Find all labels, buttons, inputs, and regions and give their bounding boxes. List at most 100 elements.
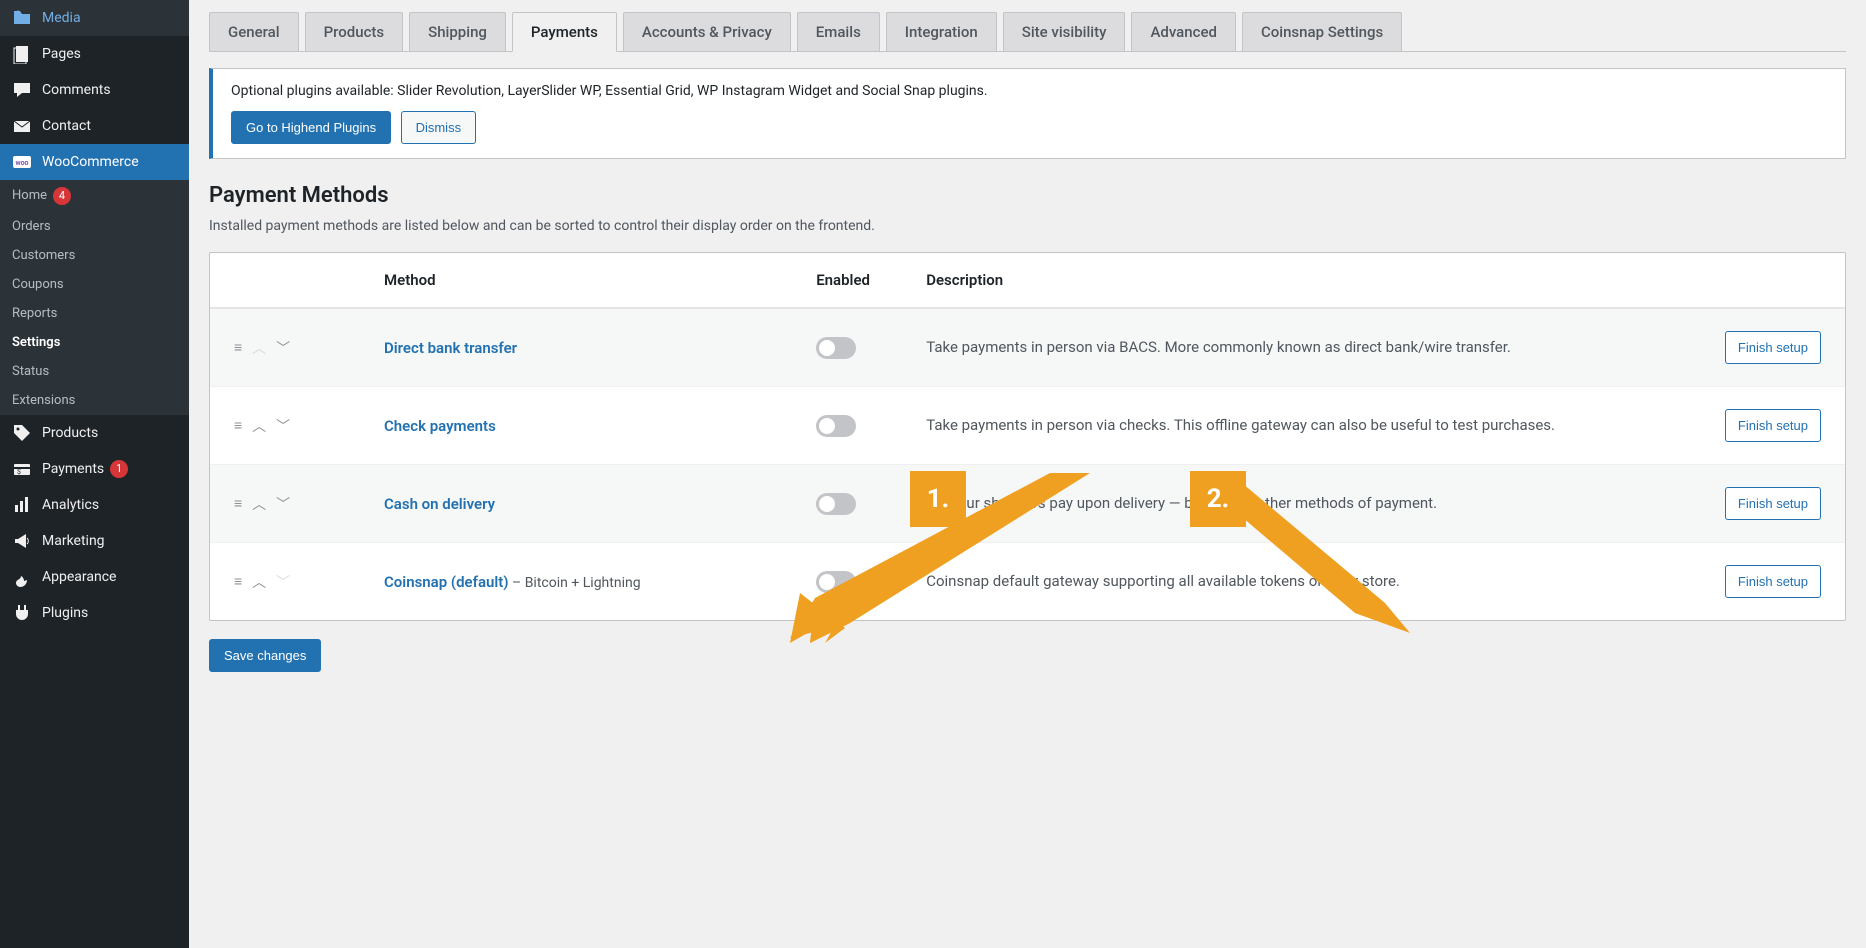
subitem-label: Settings	[12, 335, 60, 350]
sidebar-label: Plugins	[42, 605, 88, 621]
method-description: Take payments in person via checks. This…	[926, 414, 1661, 437]
method-name-link[interactable]: Coinsnap (default)	[384, 573, 509, 591]
payment-method-row: ≡ ︿ ﹀ Check payments Take payments in person…	[210, 386, 1845, 464]
admin-sidebar: Media PagesComments Contact woo WooCommerc…	[0, 0, 189, 948]
move-up-icon[interactable]: ︿	[252, 416, 266, 436]
move-up-icon[interactable]: ︿	[252, 572, 266, 592]
notice-text: Optional plugins available: Slider Revol…	[231, 83, 1827, 99]
method-description: Take payments in person via BACS. More c…	[926, 336, 1661, 359]
count-badge: 4	[53, 187, 71, 205]
save-changes-button[interactable]: Save changes	[209, 639, 321, 672]
payments-icon: $	[12, 459, 32, 479]
move-down-icon[interactable]: ﹀	[276, 416, 290, 436]
drag-handle-icon[interactable]: ≡	[234, 417, 242, 434]
col-method: Method	[384, 271, 816, 289]
sidebar-subitem-extensions[interactable]: Extensions	[0, 386, 189, 415]
sidebar-subitem-home[interactable]: Home 4	[0, 180, 189, 212]
tab-general[interactable]: General	[209, 12, 299, 51]
annotation-box-2: 2.	[1190, 471, 1246, 527]
plugins-notice: Optional plugins available: Slider Revol…	[209, 68, 1846, 159]
go-to-plugins-button[interactable]: Go to Highend Plugins	[231, 111, 391, 144]
move-up-icon[interactable]: ︿	[252, 494, 266, 514]
sidebar-item-marketing[interactable]: Marketing	[0, 523, 189, 559]
table-header: Method Enabled Description	[210, 253, 1845, 309]
mail-icon	[12, 116, 32, 136]
sidebar-label: Appearance	[42, 569, 116, 585]
tab-site-visibility[interactable]: Site visibility	[1003, 12, 1126, 51]
main-content: GeneralProductsShippingPaymentsAccounts …	[189, 0, 1866, 948]
analytics-icon	[12, 495, 32, 515]
sidebar-subitem-reports[interactable]: Reports	[0, 299, 189, 328]
settings-tabs: GeneralProductsShippingPaymentsAccounts …	[209, 12, 1846, 52]
move-down-icon[interactable]: ﹀	[276, 494, 290, 514]
svg-text:woo: woo	[15, 159, 28, 167]
sidebar-item-media[interactable]: Media	[0, 0, 189, 36]
finish-setup-button[interactable]: Finish setup	[1725, 409, 1821, 442]
subitem-label: Customers	[12, 248, 75, 263]
payment-methods-table: Method Enabled Description ≡ ︿ ﹀ Direct ban…	[209, 252, 1846, 621]
sidebar-item-woocommerce[interactable]: woo WooCommerce	[0, 144, 189, 180]
move-up-icon[interactable]: ︿	[252, 338, 266, 358]
sidebar-subitem-coupons[interactable]: Coupons	[0, 270, 189, 299]
sidebar-item-comments[interactable]: Comments	[0, 72, 189, 108]
tab-shipping[interactable]: Shipping	[409, 12, 506, 51]
method-name-link[interactable]: Check payments	[384, 417, 496, 435]
sidebar-subitem-status[interactable]: Status	[0, 357, 189, 386]
sidebar-item-contact[interactable]: Contact	[0, 108, 189, 144]
col-description: Description	[926, 271, 1661, 289]
tab-accounts-privacy[interactable]: Accounts & Privacy	[623, 12, 791, 51]
tab-advanced[interactable]: Advanced	[1131, 12, 1235, 51]
move-down-icon[interactable]: ﹀	[276, 338, 290, 358]
section-description: Installed payment methods are listed bel…	[209, 218, 1846, 234]
sidebar-label: Analytics	[42, 497, 99, 513]
tab-integration[interactable]: Integration	[886, 12, 997, 51]
drag-handle-icon[interactable]: ≡	[234, 495, 242, 512]
sidebar-item-appearance[interactable]: Appearance	[0, 559, 189, 595]
sidebar-item-analytics[interactable]: Analytics	[0, 487, 189, 523]
subitem-label: Reports	[12, 306, 57, 321]
media-icon	[12, 8, 32, 28]
pages-icon	[12, 44, 32, 64]
method-name-link[interactable]: Direct bank transfer	[384, 339, 517, 357]
appearance-icon	[12, 567, 32, 587]
finish-setup-button[interactable]: Finish setup	[1725, 565, 1821, 598]
tab-coinsnap-settings[interactable]: Coinsnap Settings	[1242, 12, 1402, 51]
sidebar-subitem-settings[interactable]: Settings	[0, 328, 189, 357]
count-badge: 1	[110, 460, 128, 478]
enabled-toggle[interactable]	[816, 337, 856, 359]
subitem-label: Home	[12, 188, 47, 203]
sidebar-item-products[interactable]: Products	[0, 415, 189, 451]
tab-payments[interactable]: Payments	[512, 12, 617, 52]
sidebar-label: Payments	[42, 461, 104, 477]
enabled-toggle[interactable]	[816, 415, 856, 437]
sidebar-subitem-orders[interactable]: Orders	[0, 212, 189, 241]
marketing-icon	[12, 531, 32, 551]
dismiss-button[interactable]: Dismiss	[401, 111, 477, 144]
products-icon	[12, 423, 32, 443]
tab-products[interactable]: Products	[305, 12, 404, 51]
svg-text:$: $	[17, 468, 21, 476]
sidebar-item-plugins[interactable]: Plugins	[0, 595, 189, 631]
drag-handle-icon[interactable]: ≡	[234, 573, 242, 590]
finish-setup-button[interactable]: Finish setup	[1725, 487, 1821, 520]
move-down-icon[interactable]: ﹀	[276, 572, 290, 592]
subitem-label: Coupons	[12, 277, 64, 292]
sidebar-item-payments[interactable]: $ Payments 1	[0, 451, 189, 487]
sidebar-item-pages[interactable]: Pages	[0, 36, 189, 72]
sidebar-label: Products	[42, 425, 98, 441]
drag-handle-icon[interactable]: ≡	[234, 339, 242, 356]
tab-emails[interactable]: Emails	[797, 12, 880, 51]
subitem-label: Orders	[12, 219, 51, 234]
method-suffix: – Bitcoin + Lightning	[509, 575, 641, 591]
subitem-label: Extensions	[12, 393, 75, 408]
finish-setup-button[interactable]: Finish setup	[1725, 331, 1821, 364]
woocommerce-icon: woo	[12, 152, 32, 172]
sidebar-label: Media	[42, 10, 81, 26]
method-name-link[interactable]: Cash on delivery	[384, 495, 495, 513]
sidebar-label: Contact	[42, 118, 91, 134]
payment-method-row: ≡ ︿ ﹀ Direct bank transfer Take payments in …	[210, 309, 1845, 386]
col-enabled: Enabled	[816, 271, 926, 289]
annotation-box-1: 1.	[910, 471, 966, 527]
sidebar-subitem-customers[interactable]: Customers	[0, 241, 189, 270]
sidebar-label: WooCommerce	[42, 154, 139, 170]
